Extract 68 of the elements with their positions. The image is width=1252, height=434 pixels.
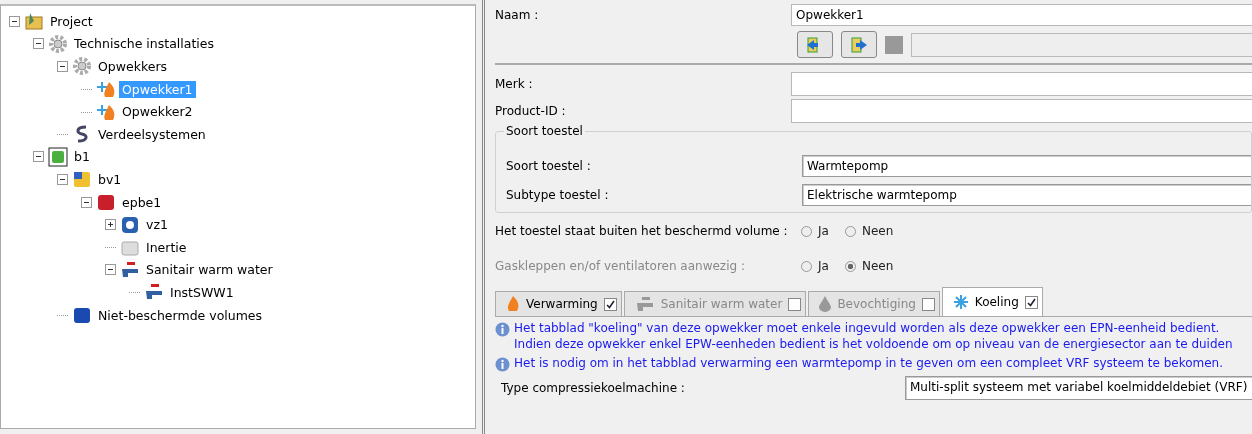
drop-icon [819, 296, 832, 312]
brand-field[interactable] [791, 72, 1252, 96]
cube-icon [96, 192, 116, 213]
radio-button[interactable] [844, 225, 856, 237]
option-label: Neen [861, 259, 894, 273]
expander-icon[interactable] [9, 15, 20, 27]
tab[interactable]: Koeling [941, 287, 1043, 316]
expander-icon[interactable] [57, 61, 68, 72]
tap-icon [120, 259, 140, 280]
info-text: Indien deze opwekker enkel EPW-eenheden bedient is het voldoende om op niveau van de energiesector aan te duiden [514, 336, 1233, 352]
tree-item[interactable]: b1 [71, 148, 93, 166]
field-label: Soort toestel : [506, 159, 592, 173]
flame-icon [506, 296, 520, 312]
type-dropdown[interactable]: Warmtepomp [802, 155, 1251, 177]
checkbox[interactable] [603, 297, 617, 311]
subtype-dropdown[interactable]: Elektrische warmtepomp [802, 184, 1251, 206]
tree-item[interactable]: Niet-beschermde volumes [95, 306, 266, 324]
field-label: Subtype toestel : [506, 188, 610, 202]
tree-item[interactable]: Technische installaties [71, 35, 217, 53]
gear-icon [48, 33, 68, 54]
export-button[interactable] [841, 31, 877, 58]
expander-icon[interactable] [33, 151, 44, 163]
gear-icon [72, 56, 92, 77]
expander-icon[interactable] [33, 38, 44, 50]
tap-icon [634, 296, 655, 312]
field-label: Naam : [495, 8, 540, 22]
import-button[interactable] [797, 31, 833, 58]
expander-icon[interactable] [81, 196, 92, 208]
cube-icon [72, 169, 92, 190]
option-label: Ja [818, 259, 829, 273]
question-label: Het toestel staat buiten het beschermd volume : [495, 224, 789, 238]
tree-item[interactable]: InstSWW1 [167, 283, 237, 301]
info-text: Het tabblad "koeling" van deze opwekker moet enkele ingevuld worden als deze opwekker een EPN-eenheid bedient. [514, 320, 1221, 336]
info-icon [495, 357, 510, 372]
expander-icon[interactable] [105, 219, 116, 231]
option-label: Ja [818, 224, 829, 238]
expander-icon[interactable] [57, 173, 68, 185]
field-label: Merk : [495, 77, 534, 91]
info-icon [495, 322, 510, 337]
tree-item[interactable]: Opwekkers [95, 58, 171, 75]
name-field[interactable]: Opwekker1 [791, 4, 1252, 26]
field-label: Product-ID : [495, 104, 567, 118]
fan-icon [120, 214, 140, 235]
group-title: Soort toestel [504, 124, 585, 138]
cube-icon [72, 305, 92, 325]
field-label: Type compressiekoelmachine : [500, 381, 686, 395]
checkbox[interactable] [1024, 295, 1038, 309]
radio-button[interactable] [801, 225, 812, 237]
expander-icon[interactable] [105, 264, 116, 276]
info-text: Het is nodig om in het tabblad verwarming een warmtepomp in te geven om een compleet VRF systeem te bekomen. [514, 355, 1224, 371]
tree-item[interactable]: Sanitair warm water [143, 261, 276, 279]
product-id-field[interactable] [791, 99, 1252, 123]
question-label: Gaskleppen en/of ventilatoren aanwezig : [495, 259, 746, 273]
tree-item[interactable]: epbe1 [119, 193, 165, 211]
snowflake-flame-icon [96, 79, 116, 100]
tree-item[interactable]: Inertie [143, 238, 190, 256]
tree-item[interactable]: Verdeelsystemen [95, 125, 209, 143]
tree-item[interactable]: Opwekker2 [119, 103, 196, 121]
tree-item[interactable]: Project [47, 12, 96, 30]
compressor-type-dropdown[interactable]: Multi-split systeem met variabel koelmiddeldebiet (VRF) [905, 376, 1252, 400]
document-arrow-icon [850, 35, 868, 54]
folder-icon [24, 11, 44, 32]
snowflake-icon [952, 294, 969, 310]
tab[interactable]: Verwarming [495, 291, 622, 316]
cube-icon [48, 146, 68, 167]
tree-item[interactable]: vz1 [143, 216, 171, 234]
tree-item[interactable]: bv1 [95, 170, 125, 188]
option-label: Neen [861, 224, 894, 238]
